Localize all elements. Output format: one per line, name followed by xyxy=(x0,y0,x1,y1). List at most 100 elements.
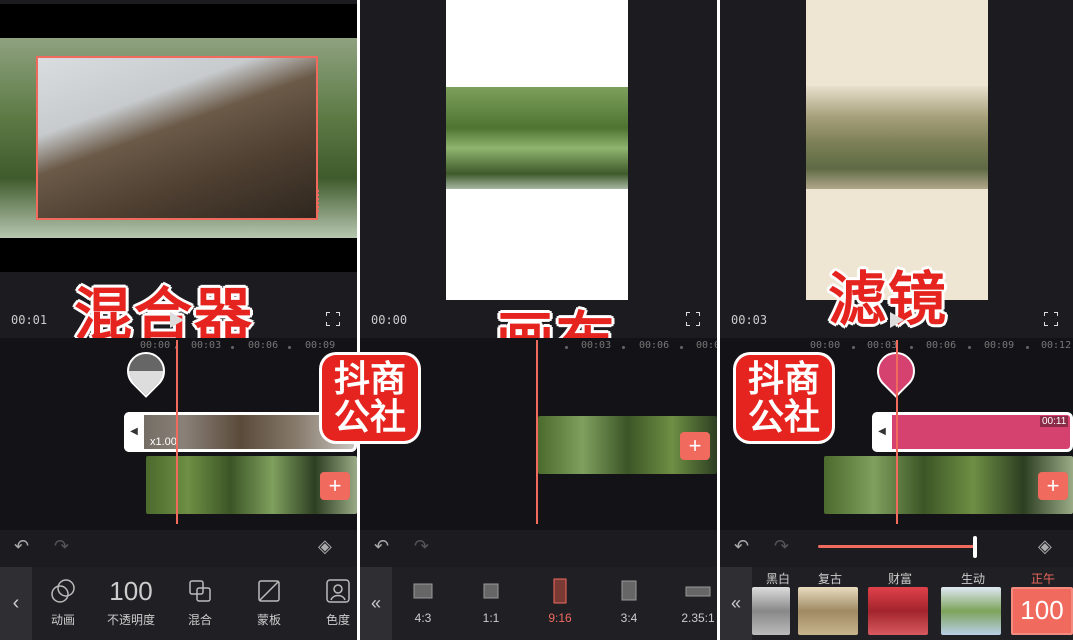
playhead[interactable] xyxy=(896,340,898,524)
play-button[interactable] xyxy=(170,312,184,328)
filter-thumb-bw[interactable] xyxy=(752,587,790,635)
fullscreen-icon[interactable] xyxy=(326,312,340,326)
ruler-tick: 00:03 xyxy=(191,340,222,351)
redo-icon[interactable]: ↷ xyxy=(774,536,789,557)
ruler-tick: 00:03 xyxy=(867,340,898,351)
redo-icon[interactable]: ↷ xyxy=(54,536,69,557)
tool-label: 色度 xyxy=(325,613,350,627)
filter-label: 财富 xyxy=(887,572,912,586)
logo-line: 抖商 xyxy=(747,358,820,399)
tool-blend[interactable]: 混合 xyxy=(169,575,231,628)
ruler-dot xyxy=(910,346,913,349)
redo-icon[interactable]: ↷ xyxy=(414,536,429,557)
logo-line: 公社 xyxy=(333,396,406,437)
ratio-label: 1:1 xyxy=(482,611,500,625)
fullscreen-icon[interactable] xyxy=(1044,312,1058,326)
filter-thumb-retro[interactable] xyxy=(798,587,858,635)
ruler-tick: 00:06 xyxy=(926,340,957,351)
filter-label: 生动 xyxy=(960,572,985,586)
ratio-1-1-icon xyxy=(483,583,499,599)
tool-label: 不透明度 xyxy=(106,613,155,627)
filter-strength-value: 100 xyxy=(1020,595,1064,625)
ruler-dot xyxy=(288,346,291,349)
slider-handle[interactable] xyxy=(973,536,977,558)
ruler-tick: 00:0 xyxy=(696,340,717,351)
trim-left-handle[interactable]: ◀ xyxy=(872,412,892,452)
brand-logo: 抖商 公社 xyxy=(736,355,832,441)
edit-controls: ↶ ↷ xyxy=(360,536,717,560)
animation-icon xyxy=(51,579,75,603)
trim-left-handle[interactable]: ◀ xyxy=(124,412,144,452)
keyframe-add-icon[interactable]: ◈ xyxy=(1038,536,1052,557)
ratio-label: 9:16 xyxy=(548,611,572,625)
filter-thumb-fortune[interactable] xyxy=(868,587,928,635)
ruler-dot xyxy=(231,346,234,349)
main-video-clip[interactable] xyxy=(824,456,1073,514)
ruler-tick: 00:00 xyxy=(140,340,171,351)
filter-thumb-vivid[interactable] xyxy=(941,587,1001,635)
ruler-tick: 00:09 xyxy=(984,340,1015,351)
ratio-option[interactable]: 4:3 xyxy=(392,575,454,625)
tool-opacity[interactable]: 100 不透明度 xyxy=(100,575,162,628)
ratio-option[interactable]: 3:4 xyxy=(598,575,660,625)
undo-icon[interactable]: ↶ xyxy=(14,536,29,557)
filtered-video-frame xyxy=(806,86,988,189)
ratio-option[interactable]: 1:1 xyxy=(460,575,522,625)
edit-controls: ↶ ↷ ◈ xyxy=(0,536,357,560)
ratio-4-3-icon xyxy=(413,583,433,599)
bottom-toolbar: ‹ 动画 100 不透明度 混合 蒙板 色度 xyxy=(0,567,357,640)
undo-icon[interactable]: ↶ xyxy=(734,536,749,557)
ratio-2-35-1-icon xyxy=(685,586,711,597)
tool-label: 蒙板 xyxy=(256,613,281,627)
current-time: 00:01 xyxy=(11,313,48,327)
back-button[interactable]: ‹ xyxy=(0,567,32,640)
overlay-video-preview[interactable] xyxy=(36,56,318,220)
ratio-9-16-icon xyxy=(553,578,567,604)
filter-label-selected: 正午 xyxy=(1030,572,1055,586)
tool-chroma[interactable]: 色度 xyxy=(307,575,357,628)
playhead[interactable] xyxy=(176,340,178,524)
add-clip-button[interactable]: + xyxy=(680,432,710,460)
ratio-option-selected[interactable]: 9:16 xyxy=(529,575,591,625)
ruler-dot xyxy=(1026,346,1029,349)
current-time: 00:00 xyxy=(371,313,408,327)
undo-icon[interactable]: ↶ xyxy=(374,536,389,557)
ratio-label: 4:3 xyxy=(414,611,432,625)
ruler-dot xyxy=(968,346,971,349)
tool-label: 动画 xyxy=(50,613,75,627)
ruler-tick: 00:03 xyxy=(581,340,612,351)
chroma-key-icon xyxy=(326,579,350,603)
ruler-tick: 00:09 xyxy=(305,340,336,351)
filter-strength-slider[interactable] xyxy=(818,545,976,548)
keyframe-add-icon[interactable]: ◈ xyxy=(318,536,332,557)
tool-mask[interactable]: 蒙板 xyxy=(238,575,300,628)
ruler-dot xyxy=(565,346,568,349)
filter-label: 复古 xyxy=(817,572,842,586)
add-clip-button[interactable]: + xyxy=(1038,472,1068,500)
ruler-tick: 00:12 xyxy=(1041,340,1072,351)
ruler-tick: 00:00 xyxy=(810,340,841,351)
add-clip-button[interactable]: + xyxy=(320,472,350,500)
ratio-toolbar: « 4:3 1:1 9:16 3:4 2.35:1 xyxy=(360,567,717,640)
edit-controls: ↶ ↷ ◈ xyxy=(720,536,1073,560)
feature-title-filter: 滤镜 xyxy=(828,267,949,332)
ruler-dot xyxy=(622,346,625,349)
opacity-value: 100 xyxy=(109,575,153,606)
tool-label: 混合 xyxy=(187,613,212,627)
ratio-option[interactable]: 2.35:1 xyxy=(667,575,717,625)
logo-line: 公社 xyxy=(747,396,820,437)
fullscreen-icon[interactable] xyxy=(686,312,700,326)
blender-panel: 混合器 00:01 00:00 00:03 00:06 00:09 ◀ x1.0… xyxy=(0,0,357,640)
playhead[interactable] xyxy=(536,340,538,524)
play-button[interactable] xyxy=(890,312,904,328)
mask-icon xyxy=(258,580,280,602)
filter-duration-label: 00:11 xyxy=(1040,416,1069,427)
overlay-resize-handle[interactable] xyxy=(313,190,319,212)
ratio-3-4-icon xyxy=(621,580,637,601)
filter-panel: 滤镜 00:03 00:00 00:03 00:06 00:09 00:12 ◀… xyxy=(720,0,1073,640)
filter-label: 黑白 xyxy=(765,572,790,586)
canvas-panel: 画布 00:00 00:03 00:06 00:0 + ↶ ↷ « 4:3 1:… xyxy=(360,0,717,640)
collapse-button[interactable]: « xyxy=(360,567,392,640)
ratio-label: 2.35:1 xyxy=(681,611,715,625)
tool-animation[interactable]: 动画 xyxy=(32,575,94,628)
